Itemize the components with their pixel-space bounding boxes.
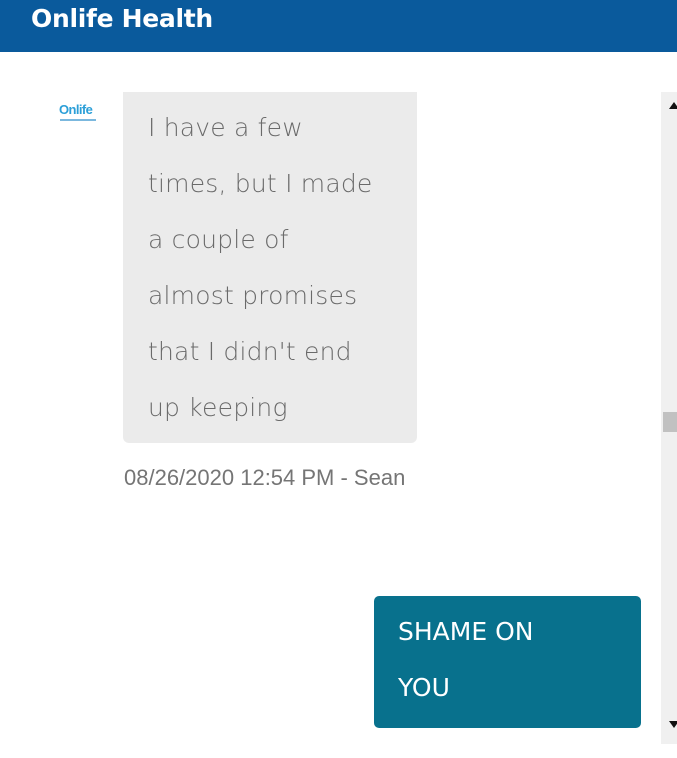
message-timestamp: 08/26/2020 12:54 PM - Sean [124, 465, 406, 490]
incoming-message-text: I have a few times, but I made a couple … [148, 113, 373, 422]
app-header: Onlife Health [0, 0, 677, 52]
app-title: Onlife Health [31, 4, 213, 33]
scrollbar-thumb[interactable] [663, 412, 677, 432]
scroll-up-icon[interactable] [669, 102, 677, 109]
scroll-down-icon[interactable] [669, 721, 677, 728]
agent-avatar-logo: Onlife [59, 102, 97, 124]
incoming-message-bubble: I have a few times, but I made a couple … [123, 92, 417, 443]
outgoing-message-bubble: SHAME ON YOU [374, 596, 641, 728]
logo-text: Onlife [59, 102, 93, 117]
logo-underline [60, 119, 96, 121]
outgoing-message-text: SHAME ON YOU [398, 617, 534, 702]
